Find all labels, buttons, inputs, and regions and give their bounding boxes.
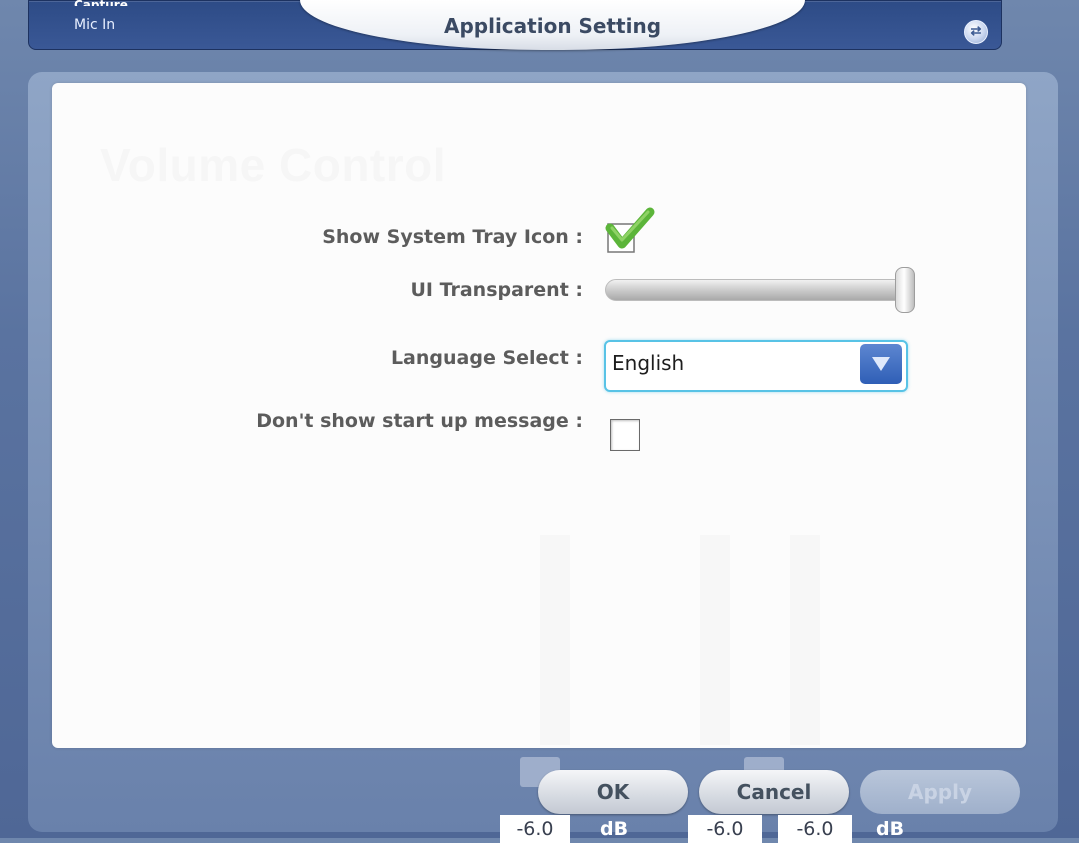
swap-arrows-icon[interactable]: ⇄: [964, 20, 988, 44]
dropdown-arrow-icon[interactable]: [860, 344, 902, 384]
tray-icon-label: Show System Tray Icon :: [322, 226, 583, 248]
ghost-meter-mid: [700, 535, 730, 745]
device-label: Mic In: [74, 17, 116, 33]
ok-button[interactable]: OK: [538, 770, 688, 814]
ghost-meter-left: [540, 535, 570, 745]
left-db-unit: dB: [600, 818, 629, 840]
language-label: Language Select :: [390, 347, 583, 369]
right-db-value-2: -6.0: [778, 815, 852, 843]
language-value[interactable]: English: [612, 351, 684, 375]
ui-transparent-slider[interactable]: [605, 279, 909, 301]
right-db-unit: dB: [876, 818, 905, 840]
page-title: Application Setting: [443, 14, 662, 38]
checkmark-icon[interactable]: [604, 206, 656, 256]
capture-label: Capture: [74, 0, 128, 6]
apply-button[interactable]: Apply: [860, 770, 1020, 814]
ui-transparent-label: UI Transparent :: [410, 279, 583, 301]
cancel-button[interactable]: Cancel: [699, 770, 849, 814]
startup-message-checkbox[interactable]: [610, 419, 640, 451]
ghost-heading: Volume Control: [100, 139, 447, 191]
slider-handle[interactable]: [895, 267, 915, 313]
right-db-value-1: -6.0: [688, 815, 762, 843]
left-db-value: -6.0: [500, 815, 570, 843]
ghost-meter-right: [790, 535, 820, 745]
startup-message-label: Don't show start up message :: [256, 410, 583, 432]
